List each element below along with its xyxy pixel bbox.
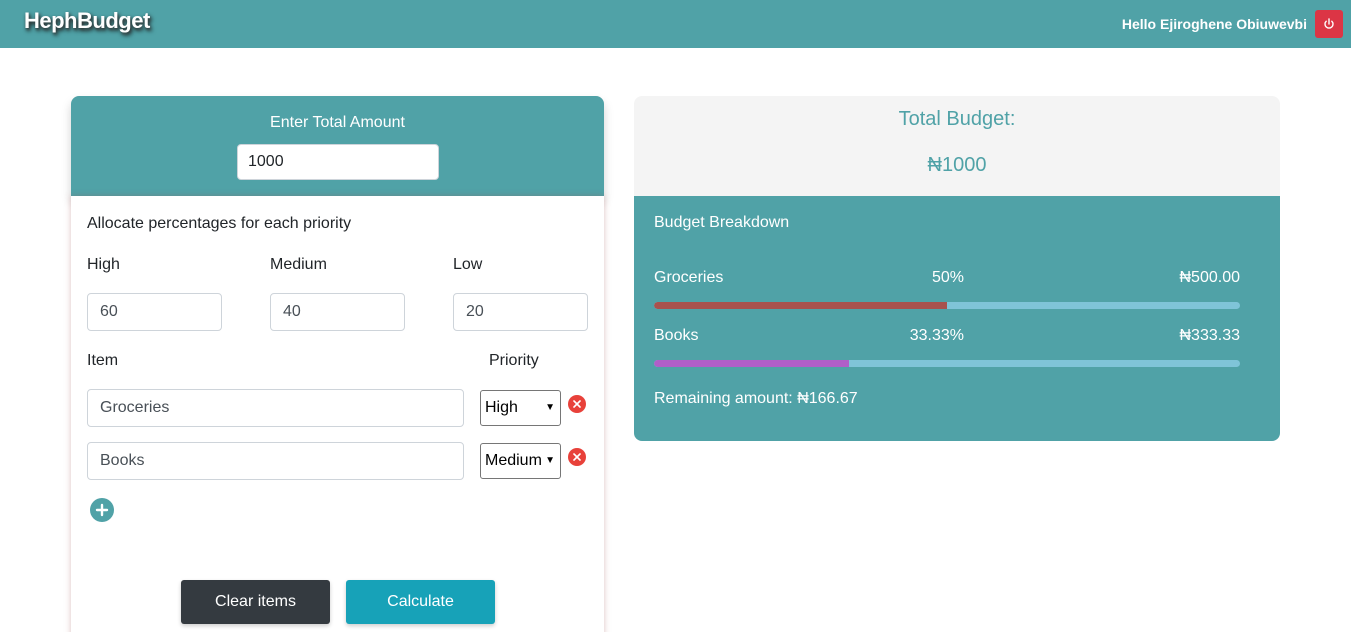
item-priority-select[interactable]: High ▼	[480, 390, 561, 426]
progress-bar-fill	[654, 302, 947, 309]
item-column-label: Item	[87, 352, 119, 369]
total-budget-label: Total Budget:	[898, 108, 1016, 130]
budget-breakdown: Budget Breakdown Groceries 50% ₦500.00 B…	[634, 196, 1280, 441]
add-item-button[interactable]	[90, 498, 114, 522]
total-budget-amount: ₦1000	[927, 154, 987, 176]
clear-items-button[interactable]: Clear items	[181, 580, 330, 624]
brand-logo[interactable]: HephBudget	[24, 8, 150, 34]
breakdown-item-percent: 33.33%	[909, 327, 964, 344]
medium-label: Medium	[270, 256, 327, 273]
total-amount-label: Enter Total Amount	[270, 114, 405, 131]
total-budget-header: Total Budget: ₦1000	[634, 96, 1280, 196]
item-name-input[interactable]	[87, 389, 464, 427]
allocation-panel: Allocate percentages for each priority H…	[71, 196, 604, 632]
breakdown-item-amount: ₦333.33	[1179, 327, 1241, 344]
allocation-title: Allocate percentages for each priority	[87, 215, 352, 232]
progress-bar-fill	[654, 360, 850, 367]
priority-column-label: Priority	[489, 352, 539, 369]
remaining-amount: Remaining amount: ₦166.67	[654, 390, 858, 407]
remove-item-icon[interactable]	[568, 448, 586, 466]
low-percent-input[interactable]	[453, 293, 588, 331]
user-greeting: Hello Ejiroghene Obiuwevbi	[1121, 16, 1307, 32]
navbar: HephBudget Hello Ejiroghene Obiuwevbi	[0, 0, 1351, 48]
medium-percent-input[interactable]	[270, 293, 405, 331]
item-priority-select[interactable]: Medium ▼	[480, 443, 561, 479]
dropdown-arrow-icon: ▼	[545, 455, 555, 466]
breakdown-item-name: Groceries	[654, 269, 724, 286]
breakdown-item-name: Books	[654, 327, 699, 344]
dropdown-arrow-icon: ▼	[545, 402, 555, 413]
high-label: High	[87, 256, 120, 273]
total-amount-input[interactable]	[237, 144, 439, 180]
high-percent-input[interactable]	[87, 293, 222, 331]
power-icon	[1324, 18, 1334, 29]
breakdown-item-percent: 50%	[931, 269, 964, 286]
close-icon	[573, 453, 581, 461]
calculate-button[interactable]: Calculate	[346, 580, 495, 624]
progress-bar	[654, 302, 1240, 309]
close-icon	[573, 400, 581, 408]
item-priority-value: High	[485, 399, 518, 416]
low-label: Low	[453, 256, 483, 273]
budget-input-card: Enter Total Amount Allocate percentages …	[71, 96, 604, 632]
total-amount-header: Enter Total Amount	[71, 96, 604, 196]
breakdown-item-amount: ₦500.00	[1179, 269, 1241, 286]
budget-summary-card: Total Budget: ₦1000 Budget Breakdown Gro…	[634, 96, 1280, 441]
progress-bar	[654, 360, 1240, 367]
plus-icon	[95, 503, 109, 517]
logout-button[interactable]	[1315, 10, 1343, 38]
item-name-input[interactable]	[87, 442, 464, 480]
item-priority-value: Medium	[485, 452, 542, 469]
remove-item-icon[interactable]	[568, 395, 586, 413]
breakdown-title: Budget Breakdown	[654, 214, 790, 231]
